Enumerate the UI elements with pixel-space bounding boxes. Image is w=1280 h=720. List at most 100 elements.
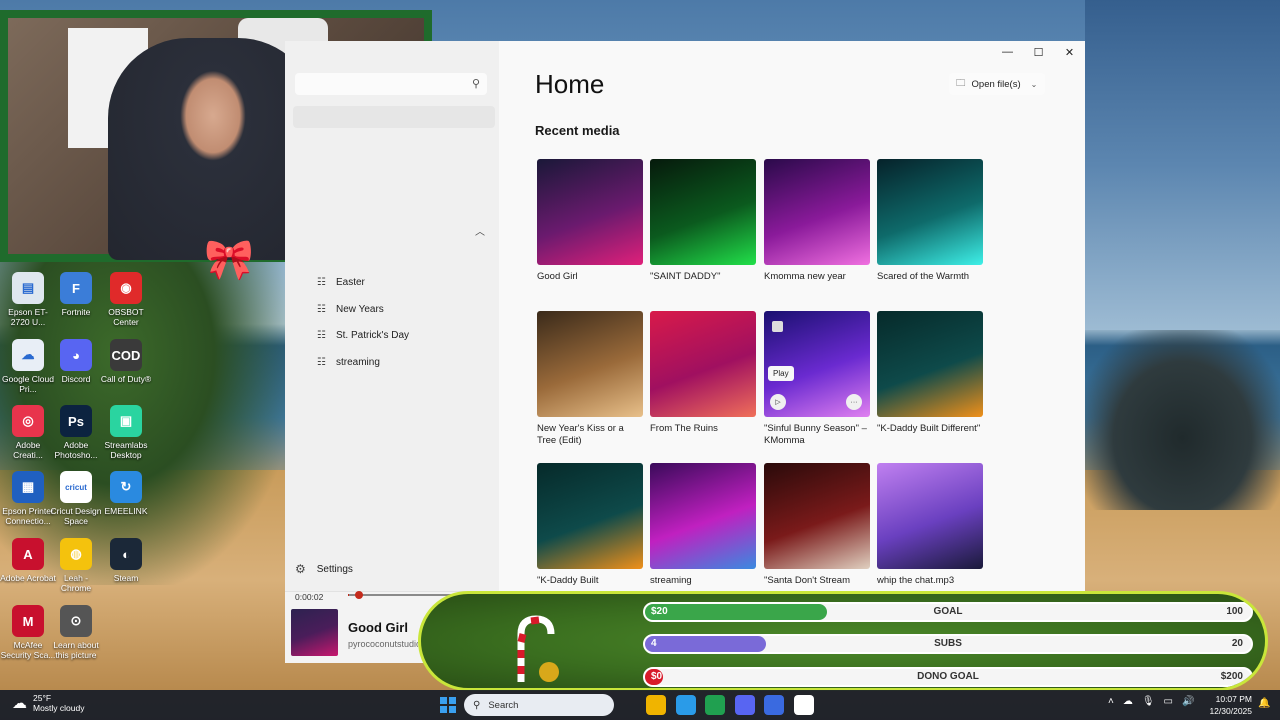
media-thumbnail[interactable] — [537, 159, 643, 265]
desktop-icon-label: Discord — [61, 374, 91, 384]
weather-desc: Mostly cloudy — [33, 703, 85, 713]
media-tile[interactable]: "Santa Don't Stream — [764, 463, 870, 587]
app-icon: M — [12, 605, 44, 637]
desktop-icon[interactable]: ◍ Leah - Chrome — [48, 538, 104, 593]
desktop-icon[interactable]: ◕ Discord — [48, 339, 104, 384]
media-tile[interactable]: whip the chat.mp3 — [877, 463, 983, 587]
desktop-icon-label: Leah - Chrome — [60, 573, 92, 593]
taskbar-app-icon[interactable] — [794, 695, 814, 715]
desktop-icon[interactable]: cricut Cricut Design Space — [48, 471, 104, 526]
playlist-item[interactable]: ☷ Easter — [317, 277, 365, 288]
desktop-icon-label: OBSBOT Center — [108, 307, 144, 327]
volume-icon[interactable]: 🔊 — [1182, 696, 1194, 707]
play-icon[interactable]: ▷ — [770, 394, 786, 410]
app-icon: ◎ — [12, 405, 44, 437]
onedrive-icon[interactable]: ☁ — [1123, 696, 1133, 707]
open-files-button[interactable]: 🗀 Open file(s) ⌄ — [949, 73, 1045, 95]
goal-target: 100 — [1226, 606, 1243, 617]
window-controls: — ☐ ✕ — [992, 41, 1085, 63]
goal-bar: $20 GOAL 100 — [643, 602, 1253, 622]
playlist-icon: ☷ — [317, 277, 326, 288]
weather-widget[interactable]: ☁ 25°F Mostly cloudy — [12, 693, 85, 713]
media-thumbnail[interactable] — [764, 463, 870, 569]
media-thumbnail[interactable] — [764, 159, 870, 265]
search-box[interactable]: ⚲ — [295, 73, 487, 95]
app-icon: ▤ — [12, 272, 44, 304]
media-tile[interactable]: "SAINT DADDY" — [650, 159, 756, 283]
gear-icon: ⚙ — [295, 562, 306, 576]
clock[interactable]: 10:07 PM 12/30/2025 — [1206, 693, 1252, 717]
close-button[interactable]: ✕ — [1054, 41, 1085, 63]
media-title: From The Ruins — [650, 423, 718, 434]
playlist-label: streaming — [335, 357, 380, 368]
media-tile[interactable]: New Year's Kiss or a Tree (Edit) — [537, 311, 643, 447]
main-content: — ☐ ✕ Home 🗀 Open file(s) ⌄ Recent media… — [499, 41, 1085, 591]
microphone-icon[interactable]: 🎙 — [1142, 696, 1155, 707]
app-icon: ↻ — [110, 471, 142, 503]
search-icon: ⚲ — [473, 699, 481, 711]
taskbar-app-icon[interactable] — [735, 695, 755, 715]
media-tile[interactable]: Scared of the Warmth — [877, 159, 983, 283]
media-thumbnail[interactable] — [537, 311, 643, 417]
open-files-label: Open file(s) — [971, 78, 1021, 90]
windows-logo-icon — [440, 697, 447, 704]
taskbar-app-icon[interactable] — [676, 695, 696, 715]
playlist-item[interactable]: ☷ St. Patrick's Day — [317, 330, 409, 341]
media-tile[interactable]: Kmomma new year — [764, 159, 870, 283]
desktop-icon[interactable]: Ps Adobe Photosho... — [48, 405, 104, 460]
taskbar-app-icon[interactable] — [764, 695, 784, 715]
app-icon: cricut — [60, 471, 92, 503]
maximize-button[interactable]: ☐ — [1023, 41, 1054, 63]
playlist-item[interactable]: ☷ New Years — [317, 304, 384, 315]
more-options-icon[interactable]: ··· — [846, 394, 862, 410]
notification-bell-icon[interactable]: 🔔 — [1258, 698, 1270, 709]
desktop-icon[interactable]: COD Call of Duty® — [98, 339, 154, 384]
wallpaper-rocks — [1085, 330, 1280, 510]
taskbar-app-icon[interactable] — [705, 695, 725, 715]
playlist-item[interactable]: ☷ streaming — [317, 357, 380, 368]
select-checkbox[interactable] — [772, 321, 783, 332]
media-thumbnail[interactable] — [877, 311, 983, 417]
desktop-icon[interactable]: ↻ EMEELINK — [98, 471, 154, 516]
media-thumbnail[interactable] — [650, 463, 756, 569]
minimize-button[interactable]: — — [992, 41, 1023, 63]
media-thumbnail[interactable] — [877, 463, 983, 569]
app-icon: Ps — [60, 405, 92, 437]
goal-label: GOAL — [933, 606, 963, 617]
media-title: Good Girl — [537, 271, 578, 282]
media-thumbnail[interactable]: Play ▷ ··· — [764, 311, 870, 417]
start-button[interactable] — [440, 697, 456, 713]
network-icon[interactable]: ▭ — [1164, 696, 1173, 707]
media-tile[interactable]: streaming — [650, 463, 756, 587]
weather-temp: 25°F — [33, 693, 52, 703]
desktop-icon[interactable]: ◉ OBSBOT Center — [98, 272, 154, 327]
chevron-up-icon[interactable]: ˄ — [1108, 696, 1114, 707]
app-icon: ☁ — [12, 339, 44, 371]
bow-decoration: 🎀 — [204, 238, 254, 282]
media-tile[interactable]: "K-Daddy Built — [537, 463, 643, 587]
nav-pane: ⚲ ︿ ☷ Easter ☷ New Years ☷ St. Patrick's… — [285, 41, 499, 591]
chevron-up-icon[interactable]: ︿ — [475, 223, 485, 238]
media-tile[interactable]: From The Ruins — [650, 311, 756, 435]
desktop-icon[interactable]: F Fortnite — [48, 272, 104, 317]
media-thumbnail[interactable] — [537, 463, 643, 569]
desktop-icon[interactable]: ▣ Streamlabs Desktop — [98, 405, 154, 460]
nav-item-selected[interactable] — [293, 106, 495, 128]
desktop-icon[interactable]: ⊙ Learn about this picture — [48, 605, 104, 660]
taskbar-app-icon[interactable] — [646, 695, 666, 715]
now-playing-artist[interactable]: pyrococonutstudio — [348, 639, 418, 649]
media-thumbnail[interactable] — [650, 311, 756, 417]
media-tile[interactable]: "K-Daddy Built Different" — [877, 311, 983, 435]
media-tile[interactable]: Play ▷ ··· "Sinful Bunny Season" – KMomma — [764, 311, 870, 447]
media-title: whip the chat.mp3 — [877, 575, 955, 586]
media-thumbnail[interactable] — [877, 159, 983, 265]
desktop-icon[interactable]: ◐ Steam — [98, 538, 154, 583]
settings-button[interactable]: ⚙ Settings — [295, 562, 353, 576]
playlist-icon: ☷ — [317, 357, 326, 368]
taskbar-search[interactable]: ⚲ Search — [464, 694, 614, 716]
media-thumbnail[interactable] — [650, 159, 756, 265]
desktop-icon-label: Steam — [113, 573, 139, 583]
album-art[interactable] — [291, 609, 338, 656]
media-tile[interactable]: Good Girl — [537, 159, 643, 283]
now-playing-title[interactable]: Good Girl — [348, 620, 408, 635]
